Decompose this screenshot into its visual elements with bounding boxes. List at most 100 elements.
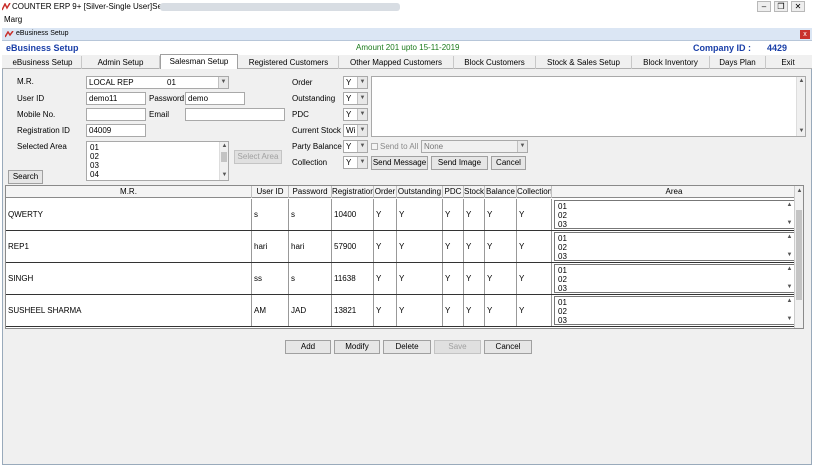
select-area-button[interactable]: Select Area — [234, 150, 282, 164]
cell-area-list[interactable]: 01 02 03 ▲ ▼ — [554, 264, 795, 293]
cell-order: Y — [374, 263, 397, 294]
chevron-down-icon[interactable]: ▼ — [220, 171, 228, 180]
message-scrollbar[interactable]: ▲ ▼ — [796, 77, 805, 136]
cancel-button[interactable]: Cancel — [484, 340, 532, 354]
tab-admin-setup[interactable]: Admin Setup — [82, 56, 160, 69]
dialog-close-icon[interactable]: x — [800, 30, 810, 39]
chevron-up-icon[interactable]: ▲ — [785, 265, 794, 274]
table-row[interactable]: SINGH ss s 11638 Y Y Y Y Y Y 01 02 03 ▲ ▼ — [6, 263, 796, 295]
tab-registered-customers[interactable]: Registered Customers — [239, 56, 339, 69]
outstanding-label: Outstanding — [292, 94, 336, 103]
app-logo-icon — [2, 3, 11, 11]
table-row[interactable]: REP1 hari hari 57900 Y Y Y Y Y Y 01 02 0… — [6, 231, 796, 263]
area-scrollbar[interactable]: ▲ ▼ — [785, 297, 794, 324]
userid-field[interactable]: demo11 — [86, 92, 146, 105]
email-field[interactable] — [185, 108, 285, 121]
dialog-titlebar: eBusiness Setup — [2, 28, 812, 41]
current-stock-select[interactable]: Wi ▼ — [343, 124, 368, 137]
chevron-up-icon[interactable]: ▲ — [785, 201, 794, 210]
list-item[interactable]: 03 — [90, 161, 225, 170]
table-row[interactable]: SUSHEEL SHARMA AM JAD 13821 Y Y Y Y Y Y … — [6, 295, 796, 327]
area-scrollbar[interactable]: ▲ ▼ — [785, 265, 794, 292]
tab-ebusiness-setup[interactable]: eBusiness Setup — [4, 56, 82, 69]
grid-scroll-thumb[interactable] — [796, 210, 802, 300]
col-header-pdc[interactable]: PDC — [443, 186, 464, 198]
form-cancel-button[interactable]: Cancel — [491, 156, 526, 170]
outstanding-value: Y — [346, 94, 352, 103]
menu-marg[interactable]: Marg — [4, 15, 22, 24]
outstanding-select[interactable]: Y ▼ — [343, 92, 368, 105]
grid-scrollbar[interactable]: ▲ — [794, 186, 803, 328]
chevron-up-icon[interactable]: ▲ — [220, 142, 228, 151]
tab-block-customers[interactable]: Block Customers — [454, 56, 536, 69]
list-item[interactable]: 02 — [90, 152, 225, 161]
table-row[interactable]: QWERTY s s 10400 Y Y Y Y Y Y 01 02 03 ▲ ▼ — [6, 199, 796, 231]
chevron-down-icon[interactable]: ▼ — [797, 127, 805, 136]
cell-registration: 11638 — [332, 263, 374, 294]
area-item: 02 — [558, 275, 567, 284]
chevron-up-icon[interactable]: ▲ — [797, 77, 805, 86]
message-textarea[interactable]: ▲ ▼ — [371, 76, 806, 137]
cell-userid: s — [252, 199, 289, 230]
chevron-down-icon[interactable]: ▼ — [785, 315, 794, 324]
list-item[interactable]: 01 — [90, 143, 225, 152]
mobile-field[interactable] — [86, 108, 146, 121]
send-to-all-checkbox[interactable] — [371, 143, 378, 150]
chevron-down-icon[interactable]: ▼ — [785, 219, 794, 228]
tab-days-plan[interactable]: Days Plan — [710, 56, 766, 69]
area-scrollbar[interactable]: ▲ ▼ — [785, 233, 794, 260]
close-window-button[interactable]: ✕ — [791, 1, 805, 12]
col-header-mr[interactable]: M.R. — [6, 186, 252, 198]
col-header-area[interactable]: Area — [552, 186, 796, 198]
send-image-button[interactable]: Send Image — [431, 156, 488, 170]
col-header-order[interactable]: Order — [374, 186, 397, 198]
col-header-userid[interactable]: User ID — [252, 186, 289, 198]
tab-other-mapped-customers[interactable]: Other Mapped Customers — [339, 56, 454, 69]
cell-pdc: Y — [443, 295, 464, 326]
chevron-down-icon[interactable]: ▼ — [785, 283, 794, 292]
cell-stock: Y — [464, 231, 485, 262]
chevron-up-icon[interactable]: ▲ — [785, 233, 794, 242]
party-balance-label: Party Balance — [292, 142, 342, 151]
minimize-button[interactable]: – — [757, 1, 771, 12]
tab-exit[interactable]: Exit — [766, 56, 810, 69]
send-message-button[interactable]: Send Message — [371, 156, 428, 170]
pdc-select[interactable]: Y ▼ — [343, 108, 368, 121]
mr-select[interactable]: LOCAL REP 01 ▼ — [86, 76, 229, 89]
col-header-outstanding[interactable]: Outstanding — [397, 186, 443, 198]
delete-button[interactable]: Delete — [383, 340, 431, 354]
col-header-collection[interactable]: Collection — [517, 186, 552, 198]
chevron-down-icon[interactable]: ▼ — [785, 251, 794, 260]
password-field[interactable]: demo — [185, 92, 245, 105]
cell-area-list[interactable]: 01 02 03 ▲ ▼ — [554, 232, 795, 261]
tab-block-inventory[interactable]: Block Inventory — [632, 56, 710, 69]
chevron-up-icon[interactable]: ▲ — [785, 297, 794, 306]
selected-area-list[interactable]: 01 02 03 04 ▲ ▼ — [86, 141, 229, 181]
restore-button[interactable]: ❐ — [774, 1, 788, 12]
tab-salesman-setup[interactable]: Salesman Setup — [160, 54, 238, 69]
salesman-grid[interactable]: M.R. User ID Password Registration Order… — [5, 185, 804, 329]
send-to-all-select[interactable]: None ▼ — [421, 140, 528, 153]
list-item[interactable]: 04 — [90, 170, 225, 179]
chevron-up-icon[interactable]: ▲ — [795, 186, 803, 196]
col-header-stock[interactable]: Stock — [464, 186, 485, 198]
col-header-balance[interactable]: Balance — [485, 186, 517, 198]
registration-field[interactable]: 04009 — [86, 124, 146, 137]
search-button[interactable]: Search — [8, 170, 43, 184]
grid-header: M.R. User ID Password Registration Order… — [6, 186, 796, 198]
add-button[interactable]: Add — [285, 340, 331, 354]
col-header-registration[interactable]: Registration — [332, 186, 374, 198]
collection-select[interactable]: Y ▼ — [343, 156, 368, 169]
order-select[interactable]: Y ▼ — [343, 76, 368, 89]
tab-stock-sales-setup[interactable]: Stock & Sales Setup — [536, 56, 632, 69]
save-button[interactable]: Save — [434, 340, 481, 354]
col-header-password[interactable]: Password — [289, 186, 332, 198]
modify-button[interactable]: Modify — [334, 340, 380, 354]
scroll-thumb[interactable] — [221, 152, 227, 162]
cell-area-list[interactable]: 01 02 03 ▲ ▼ — [554, 200, 795, 229]
party-balance-select[interactable]: Y ▼ — [343, 140, 368, 153]
cell-area-list[interactable]: 01 02 03 ▲ ▼ — [554, 296, 795, 325]
area-scrollbar[interactable]: ▲ ▼ — [219, 142, 228, 180]
cell-stock: Y — [464, 295, 485, 326]
area-scrollbar[interactable]: ▲ ▼ — [785, 201, 794, 228]
